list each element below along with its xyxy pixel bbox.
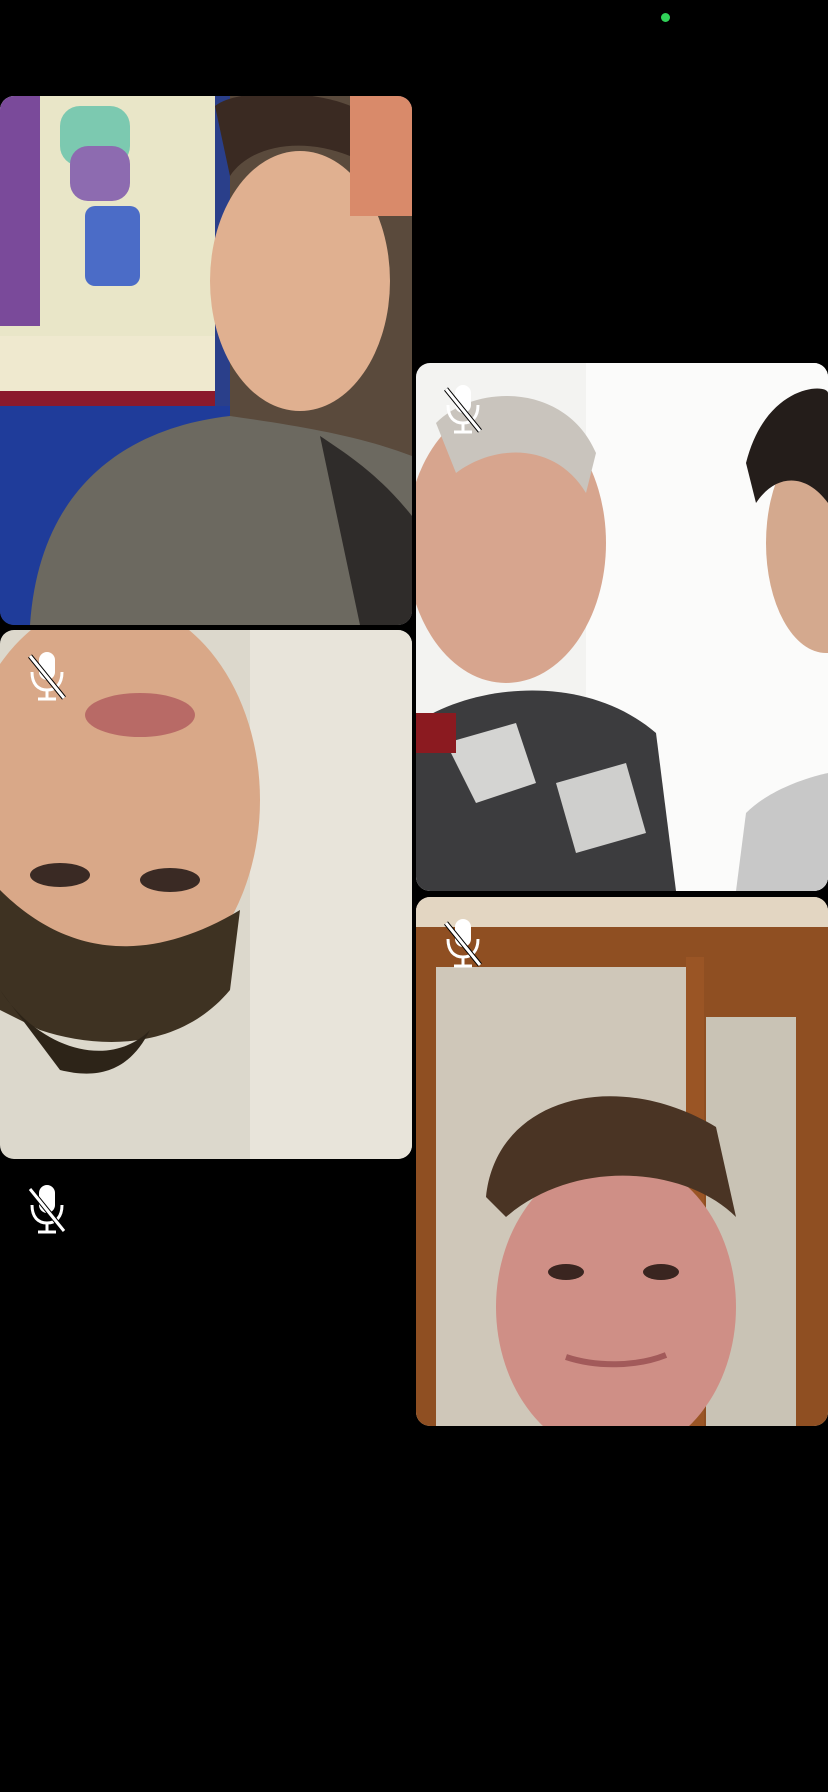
participant-video-feed bbox=[0, 96, 412, 625]
mic-off-icon bbox=[26, 1183, 68, 1237]
mic-off-icon bbox=[442, 917, 484, 971]
participant-video-tile-4[interactable] bbox=[416, 897, 828, 1426]
participant-video-feed bbox=[416, 897, 828, 1426]
participant-video-feed bbox=[0, 630, 412, 1159]
camera-in-use-indicator bbox=[661, 13, 670, 22]
group-video-call-screen bbox=[0, 0, 828, 1792]
participant-video-tile-2[interactable] bbox=[0, 630, 412, 1159]
participant-video-tile-3[interactable] bbox=[416, 363, 828, 891]
mic-off-icon bbox=[442, 383, 484, 437]
participant-video-feed bbox=[416, 363, 828, 891]
mic-off-icon bbox=[26, 650, 68, 704]
participant-video-tile-1[interactable] bbox=[0, 96, 412, 625]
